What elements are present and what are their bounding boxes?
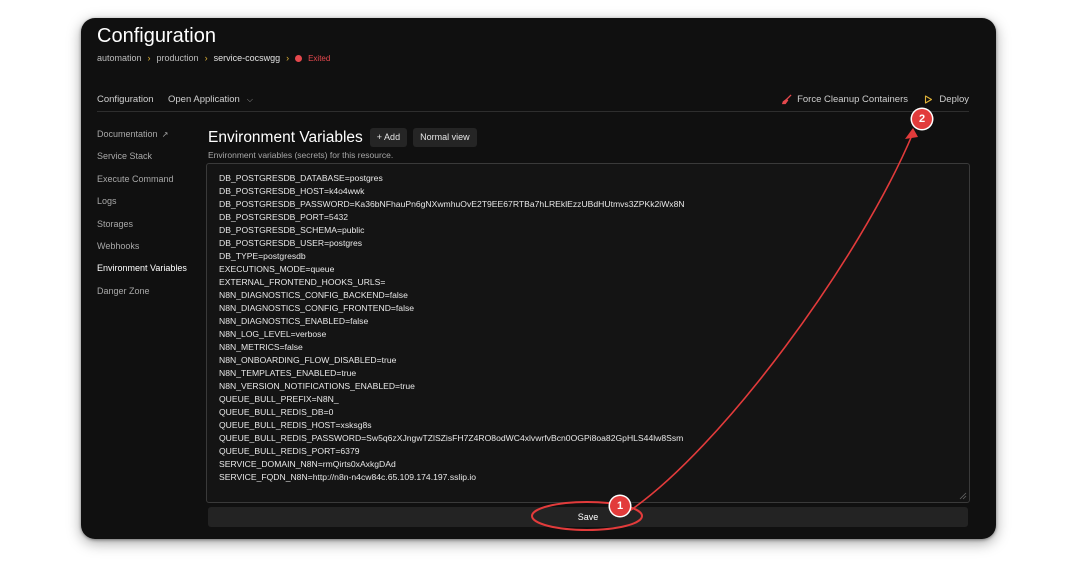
env-variable-line: QUEUE_BULL_PREFIX=N8N_ xyxy=(219,394,339,404)
section-header: Environment Variables + Add Normal view xyxy=(208,128,483,147)
save-button[interactable]: Save xyxy=(208,507,968,527)
annotation-badge-step-2: 2 xyxy=(912,109,932,129)
force-cleanup-label: Force Cleanup Containers xyxy=(797,94,908,105)
open-application-label: Open Application xyxy=(168,94,240,105)
breadcrumb-environment[interactable]: production xyxy=(157,53,199,63)
env-variable-line: DB_POSTGRESDB_HOST=k4o4wwk xyxy=(219,186,365,196)
sidebar-item-documentation[interactable]: Documentation ↗ xyxy=(97,128,202,150)
env-variable-line: DB_POSTGRESDB_PASSWORD=Ka36bNFhauPn6gNXw… xyxy=(219,199,685,209)
configuration-window: Configuration automation › production › … xyxy=(81,18,996,539)
env-variable-line: DB_POSTGRESDB_USER=postgres xyxy=(219,238,363,248)
sidebar-item-logs[interactable]: Logs xyxy=(97,195,202,217)
env-variable-line: DB_POSTGRESDB_PORT=5432 xyxy=(219,212,349,222)
breadcrumb-project[interactable]: automation xyxy=(97,53,142,63)
play-icon xyxy=(925,95,933,104)
sidebar-item-webhooks[interactable]: Webhooks xyxy=(97,240,202,262)
env-variable-line: N8N_DIAGNOSTICS_CONFIG_FRONTEND=false xyxy=(219,303,415,313)
resize-handle-icon[interactable] xyxy=(959,492,967,500)
status-badge: Exited xyxy=(308,53,331,63)
env-variable-line: SERVICE_DOMAIN_N8N=rmQirts0xAxkgDAd xyxy=(219,459,396,469)
add-variable-button[interactable]: + Add xyxy=(369,128,408,147)
tab-configuration[interactable]: Configuration xyxy=(97,94,154,105)
chevron-right-icon: › xyxy=(204,53,208,63)
sidebar-item-service-stack[interactable]: Service Stack xyxy=(97,150,202,172)
section-title: Environment Variables xyxy=(208,128,363,146)
deploy-button[interactable]: Deploy xyxy=(924,94,969,105)
env-variable-line: QUEUE_BULL_REDIS_HOST=xsksg8s xyxy=(219,420,372,430)
env-variable-line: DB_POSTGRESDB_SCHEMA=public xyxy=(219,225,365,235)
env-variable-line: DB_POSTGRESDB_DATABASE=postgres xyxy=(219,173,383,183)
normal-view-button[interactable]: Normal view xyxy=(413,128,477,147)
env-variable-line: SERVICE_FQDN_N8N=http://n8n-n4cw84c.65.1… xyxy=(219,472,477,482)
env-variable-line: N8N_METRICS=false xyxy=(219,342,303,352)
status-dot-icon xyxy=(295,54,303,62)
section-subtitle: Environment variables (secrets) for this… xyxy=(208,150,394,160)
env-variable-line: N8N_ONBOARDING_FLOW_DISABLED=true xyxy=(219,355,397,365)
open-application-dropdown[interactable]: Open Application ⌵ xyxy=(168,94,253,105)
env-variable-line: N8N_DIAGNOSTICS_CONFIG_BACKEND=false xyxy=(219,290,408,300)
env-variable-line: QUEUE_BULL_REDIS_PORT=6379 xyxy=(219,446,360,456)
deploy-label: Deploy xyxy=(939,94,969,105)
breadcrumb: automation › production › service-cocswg… xyxy=(97,53,330,63)
force-cleanup-button[interactable]: Force Cleanup Containers xyxy=(781,94,908,105)
env-variable-line: N8N_DIAGNOSTICS_ENABLED=false xyxy=(219,316,369,326)
env-variable-line: N8N_VERSION_NOTIFICATIONS_ENABLED=true xyxy=(219,381,415,391)
env-variables-textarea[interactable]: DB_POSTGRESDB_DATABASE=postgres DB_POSTGR… xyxy=(206,163,970,503)
broom-icon xyxy=(782,94,792,105)
chevron-down-icon: ⌵ xyxy=(246,94,253,104)
sidebar-item-label: Documentation xyxy=(97,129,158,139)
env-variable-line: EXECUTIONS_MODE=queue xyxy=(219,264,335,274)
env-variable-line: N8N_TEMPLATES_ENABLED=true xyxy=(219,368,357,378)
env-variable-line: QUEUE_BULL_REDIS_PASSWORD=Sw5q6zXJngwTZl… xyxy=(219,433,684,443)
sidebar-item-storages[interactable]: Storages xyxy=(97,218,202,240)
sidebar-item-environment-variables[interactable]: Environment Variables xyxy=(97,262,202,284)
env-variable-line: DB_TYPE=postgresdb xyxy=(219,251,306,261)
page-title: Configuration xyxy=(97,25,216,47)
top-navigation: Configuration Open Application ⌵ Force C… xyxy=(97,90,969,112)
external-link-icon: ↗ xyxy=(159,130,169,139)
env-variable-line: EXTERNAL_FRONTEND_HOOKS_URLS= xyxy=(219,277,386,287)
breadcrumb-service[interactable]: service-cocswgg xyxy=(214,53,281,63)
chevron-right-icon: › xyxy=(147,53,151,63)
env-variable-line: QUEUE_BULL_REDIS_DB=0 xyxy=(219,407,334,417)
sidebar: Documentation ↗ Service Stack Execute Co… xyxy=(97,128,202,307)
chevron-right-icon: › xyxy=(286,53,290,63)
env-variable-line: N8N_LOG_LEVEL=verbose xyxy=(219,329,327,339)
annotation-badge-step-1: 1 xyxy=(610,496,630,516)
sidebar-item-execute-command[interactable]: Execute Command xyxy=(97,173,202,195)
sidebar-item-danger-zone[interactable]: Danger Zone xyxy=(97,285,202,307)
